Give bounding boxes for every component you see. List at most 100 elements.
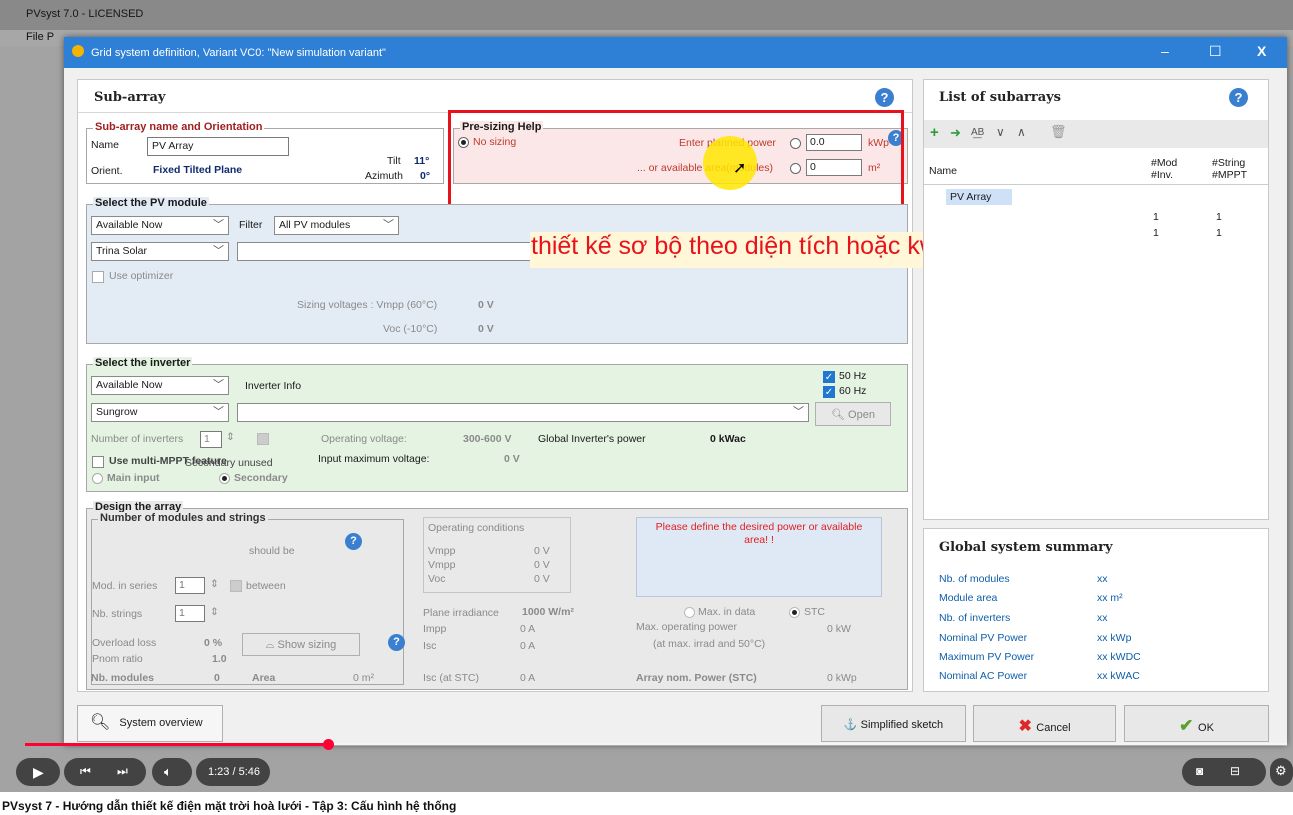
hz60-checkbox[interactable]: ✓ (823, 386, 835, 398)
play-button[interactable]: ▶ (16, 758, 60, 786)
ok-button[interactable]: ✔ OK (1124, 705, 1269, 742)
system-overview-button[interactable]: 🔍︎ System overview (77, 705, 223, 742)
max-op-power-label: Max. operating power (636, 621, 737, 633)
main-input-radio[interactable] (92, 473, 103, 484)
rename-icon[interactable]: A͟B (971, 127, 984, 138)
name-orientation-group: Sub-array name and Orientation Name PV A… (86, 121, 444, 184)
import-icon[interactable]: ➜ (950, 125, 961, 141)
chevron-up-icon[interactable]: ∧ (1017, 125, 1026, 139)
pv-availability-select[interactable]: Available Now ﹀ (91, 216, 229, 235)
inverter-availability-select[interactable]: Available Now ﹀ (91, 376, 229, 395)
subarray-name-input[interactable]: PV Array (147, 137, 289, 156)
pv-manufacturer-select[interactable]: Trina Solar ﹀ (91, 242, 229, 261)
screenshot-icon[interactable]: ◙ (1196, 764, 1203, 778)
lock-checkbox[interactable] (257, 433, 269, 445)
optimizer-checkbox[interactable] (92, 271, 104, 283)
hz50-checkbox[interactable]: ✓ (823, 371, 835, 383)
chevron-down-icon[interactable]: ∨ (996, 125, 1005, 139)
mouse-cursor-icon: ➚ (733, 160, 747, 177)
highlight-box (448, 110, 904, 208)
help-icon[interactable]: ? (1229, 88, 1248, 107)
subtitles-icon[interactable]: ⊟ (1230, 764, 1240, 778)
list-item[interactable]: PV Array (946, 189, 1012, 205)
app-icon (72, 45, 84, 57)
pv-model-select[interactable] (237, 242, 537, 261)
open-button[interactable]: 🔍︎ Open (815, 402, 891, 426)
time-display: 1:23 / 5:46 (196, 758, 270, 786)
cancel-button[interactable]: ✖ Cancel (973, 705, 1116, 742)
inverter-manufacturer-select[interactable]: Sungrow ﹀ (91, 403, 229, 422)
spinner-icon[interactable]: ⇕ (210, 578, 219, 590)
help-icon[interactable]: ? (875, 88, 894, 107)
spinner-icon[interactable]: ⇕ (210, 606, 219, 618)
help-icon[interactable]: ? (388, 634, 405, 651)
between-checkbox[interactable] (230, 580, 242, 592)
op-row-value: 0 V (534, 559, 550, 571)
secondary-unused-label: Secondary unused (185, 457, 273, 469)
chevron-down-icon: ﹀ (793, 406, 804, 418)
max-op-power-sub: (at max. irrad and 50°C) (653, 638, 766, 650)
close-button[interactable]: X (1257, 43, 1266, 59)
progress-handle[interactable] (323, 739, 334, 750)
filter-label: Filter (239, 219, 263, 231)
sketch-icon: ⚓ (843, 719, 861, 731)
multi-mppt-checkbox[interactable] (92, 456, 104, 468)
summary-panel: Global system summary Nb. of modules xx … (923, 528, 1269, 692)
max-in-data-radio[interactable] (684, 607, 695, 618)
hz50-label: 50 Hz (839, 370, 867, 382)
num-inverters-input[interactable]: 1 (200, 431, 222, 448)
mod-series-input[interactable]: 1 (175, 577, 205, 594)
progress-fill (25, 743, 328, 746)
play-icon: ▶ (33, 764, 44, 780)
main-input-label: Main input (107, 472, 160, 484)
warning-box: Please define the desired power or avail… (636, 517, 882, 597)
list-toolbar: + ➜ A͟B ∨ ∧ 🗑︎ (924, 120, 1268, 148)
minimize-button[interactable]: – (1161, 43, 1169, 59)
op-row-label: Voc (428, 573, 446, 585)
settings-button[interactable]: ⚙ (1270, 758, 1293, 786)
impp-label: Impp (423, 623, 447, 635)
hz60-label: 60 Hz (839, 385, 867, 397)
overload-label: Overload loss (92, 637, 157, 649)
between-label: between (246, 580, 286, 592)
show-sizing-button[interactable]: ⌓ Show sizing (242, 633, 360, 656)
trash-icon[interactable]: 🗑︎ (1050, 124, 1067, 140)
spinner-icon[interactable]: ⇕ (226, 431, 235, 443)
impp-value: 0 A (520, 623, 536, 635)
prev-next-group: ⏮ ⏭ (64, 758, 146, 786)
col-string: #String #MPPT (1212, 157, 1248, 181)
op-conditions-title: Operating conditions (428, 522, 525, 534)
nb-strings-input[interactable]: 1 (175, 605, 205, 622)
op-row-value: 0 V (534, 573, 550, 585)
voc-value: 0 V (478, 323, 494, 335)
select-value: Trina Solar (96, 245, 147, 257)
help-icon[interactable]: ? (345, 533, 362, 550)
add-icon[interactable]: + (930, 124, 939, 141)
subarray-panel: Sub-array ? Sub-array name and Orientati… (77, 79, 1140, 692)
volume-button[interactable]: 🔈︎ (152, 758, 192, 786)
azimuth-label: Azimuth (365, 170, 403, 182)
inverter-model-select[interactable]: ﹀ (237, 403, 809, 422)
pv-filter-select[interactable]: All PV modules ﹀ (274, 216, 399, 235)
col-name: Name (929, 165, 958, 177)
stc-radio[interactable] (789, 607, 800, 618)
secondary-radio[interactable] (219, 473, 230, 484)
previous-icon[interactable]: ⏮ (80, 764, 91, 779)
volume-icon: 🔈︎ (164, 764, 172, 779)
array-nom-value: 0 kWp (827, 672, 857, 684)
global-power-label: Global Inverter's power (538, 433, 646, 445)
sizing-voltages-label: Sizing voltages : Vmpp (60°C) (297, 299, 438, 311)
op-row-label: Vmpp (428, 559, 456, 571)
row-string: 1 (1216, 227, 1222, 239)
video-frame: PVsyst 7.0 - LICENSED File P Grid system… (0, 0, 1293, 792)
op-voltage-value: 300-600 V (463, 433, 512, 445)
simplified-sketch-label: Simplified sketch (860, 719, 944, 731)
simplified-sketch-button[interactable]: ⚓ Simplified sketch (821, 705, 966, 742)
maximize-button[interactable]: ☐ (1209, 43, 1222, 60)
next-icon[interactable]: ⏭ (117, 764, 128, 779)
name-label: Name (91, 139, 120, 151)
array-nom-label: Array nom. Power (STC) (636, 672, 757, 684)
isc-label: Isc (423, 640, 437, 652)
inverter-group: Select the inverter Available Now ﹀ Inver… (86, 357, 908, 492)
tilt-value: 11° (414, 155, 430, 167)
